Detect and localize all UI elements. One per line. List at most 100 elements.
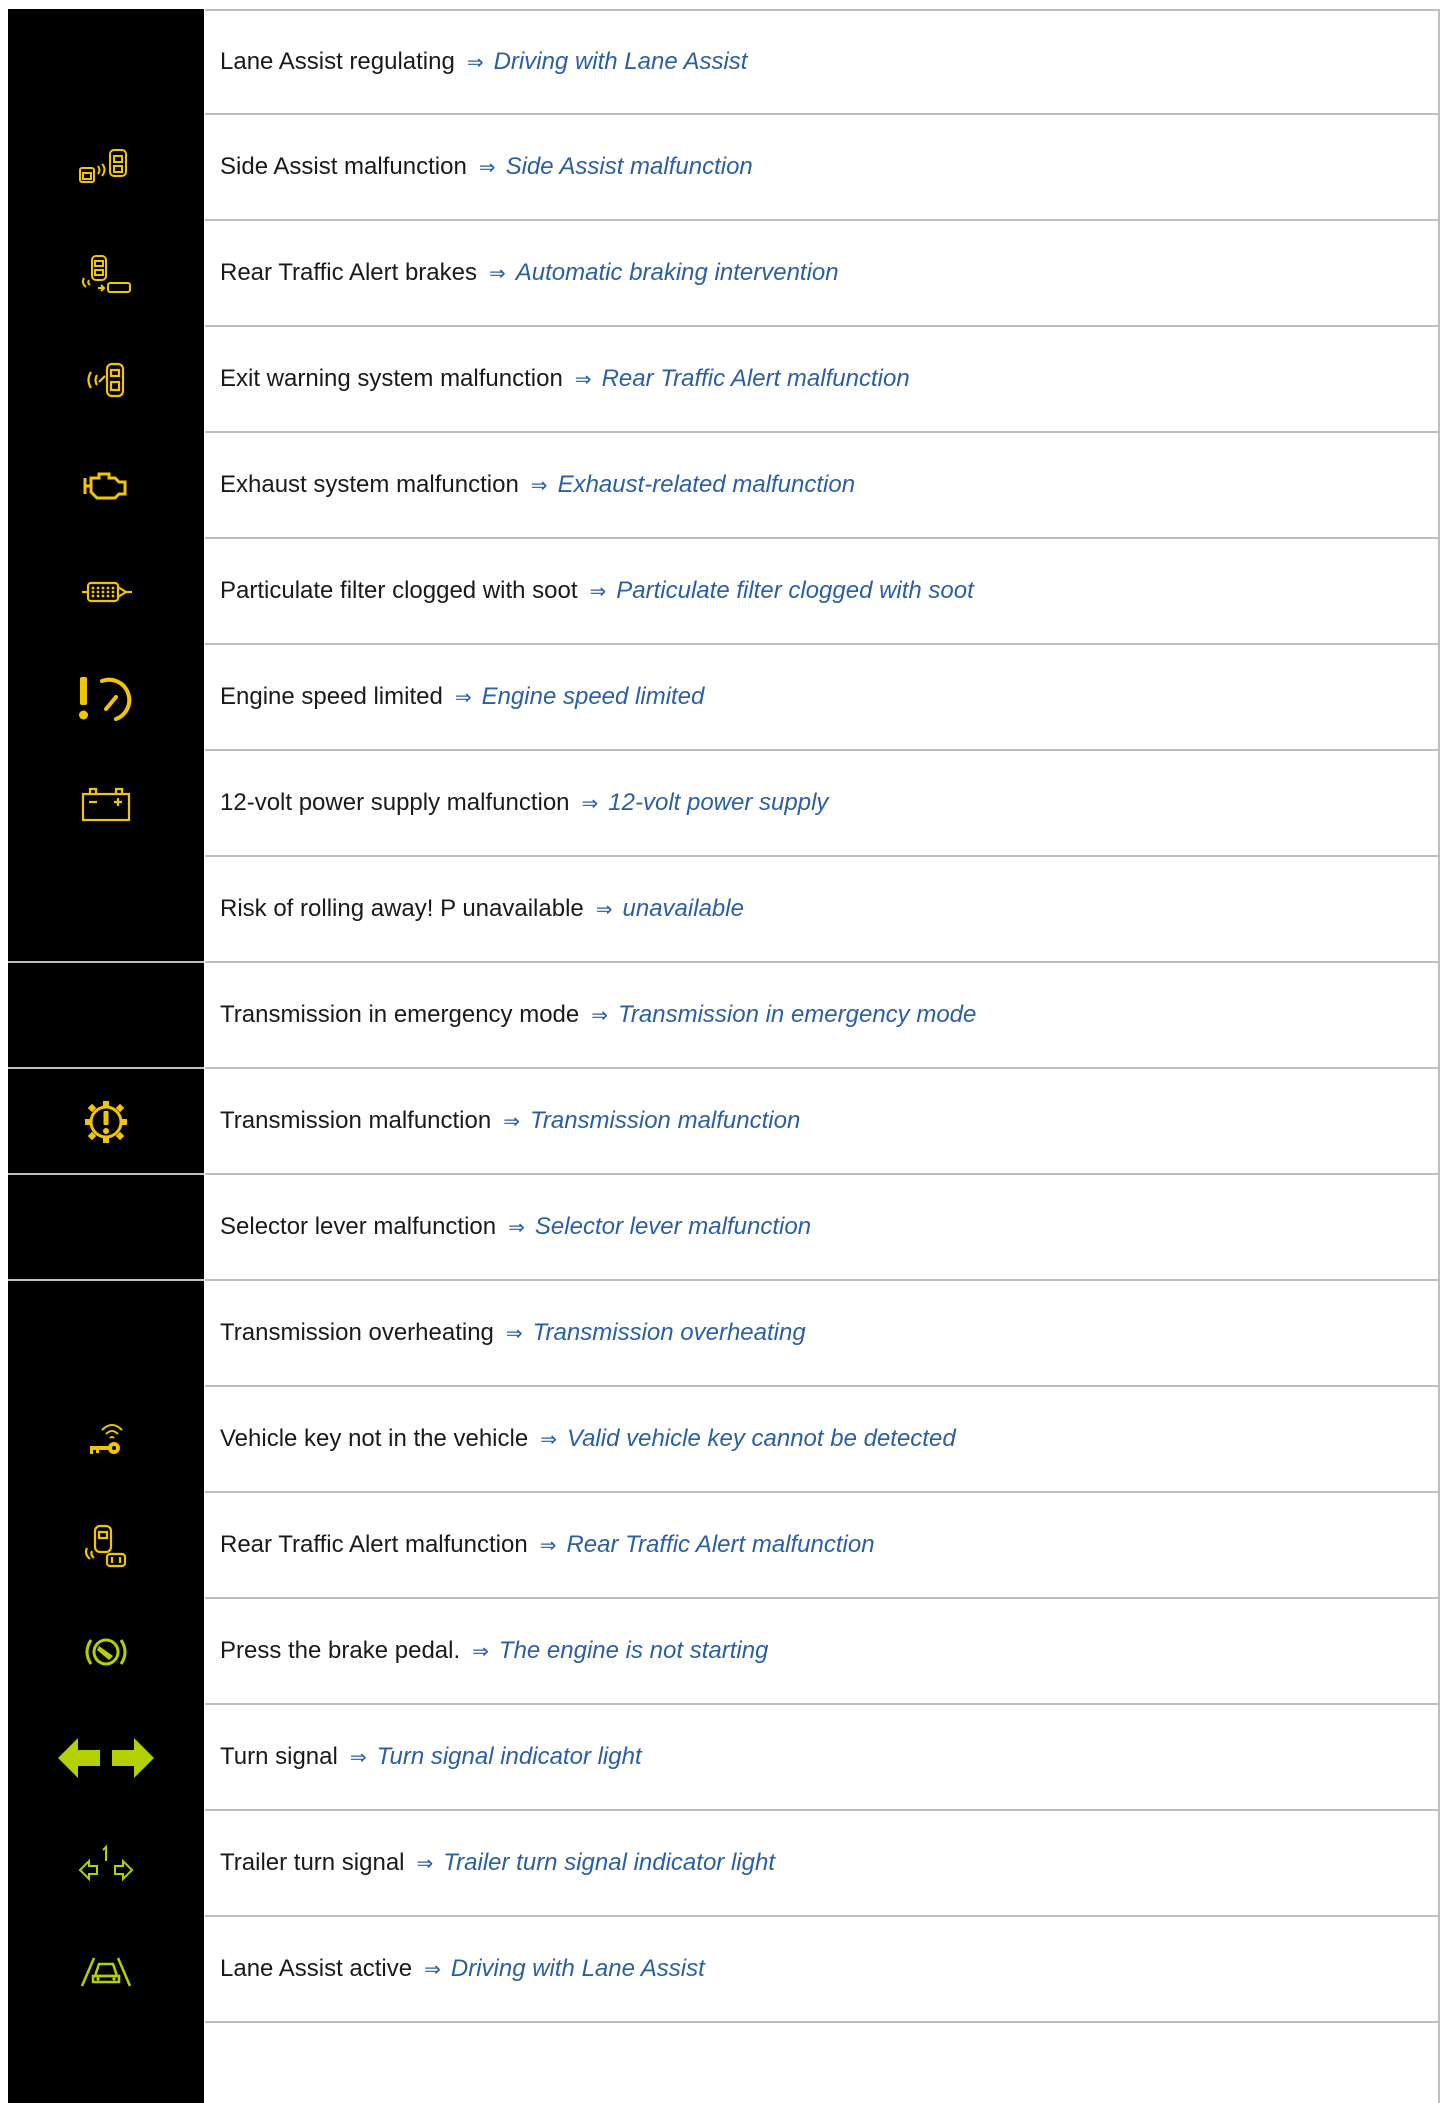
arrow-icon: ⇒ [489,262,506,285]
arrow-icon: ⇒ [416,1852,434,1875]
arrow-icon: ⇒ [424,1958,441,1981]
battery-icon [81,787,131,822]
text-cell [205,2023,1440,2103]
row-link[interactable]: 12-volt power supply [608,789,828,817]
text-cell: Rear Traffic Alert brakes ⇒ Automatic br… [205,221,1440,327]
table-row: Lane Assist regulating ⇒ Driving with La… [8,9,1440,115]
text-cell: Lane Assist regulating ⇒ Driving with La… [205,9,1440,115]
row-text: Turn signal [220,1743,338,1770]
icon-cell [8,1387,204,1493]
text-cell: Exhaust system malfunction ⇒ Exhaust-rel… [205,433,1440,539]
transmission-icon [85,1101,127,1143]
row-link[interactable]: Trailer turn signal indicator light [443,1849,775,1877]
row-text: Trailer turn signal [220,1849,405,1876]
table-row [8,2023,1440,2103]
table-row: 12-volt power supply malfunction ⇒ 12-vo… [8,751,1440,857]
row-text: Selector lever malfunction [220,1213,497,1240]
arrow-icon: ⇒ [540,1428,557,1451]
text-cell: Rear Traffic Alert malfunction ⇒ Rear Tr… [205,1493,1440,1599]
table-row: Particulate filter clogged with soot ⇒ P… [8,539,1440,645]
row-text: Exhaust system malfunction [220,471,519,498]
row-link[interactable]: Transmission in emergency mode [618,1001,976,1029]
row-link[interactable]: Rear Traffic Alert malfunction [566,1531,874,1559]
row-link[interactable]: Particulate filter clogged with soot [616,577,974,605]
table-row: Rear Traffic Alert malfunction ⇒ Rear Tr… [8,1493,1440,1599]
brake-pedal-icon [85,1638,127,1666]
row-link[interactable]: Side Assist malfunction [506,153,753,181]
rear-traffic-alert-brake-icon [81,255,131,293]
text-cell: Side Assist malfunction ⇒ Side Assist ma… [205,115,1440,221]
text-cell: Trailer turn signal ⇒ Trailer turn signa… [205,1811,1440,1917]
exit-warning-icon [87,362,125,398]
arrow-icon: ⇒ [591,1004,609,1027]
row-link[interactable]: unavailable [623,895,744,923]
text-cell: Risk of rolling away! P unavailable ⇒ un… [205,857,1440,963]
text-cell: Press the brake pedal. ⇒ The engine is n… [205,1599,1440,1705]
row-text: Press the brake pedal. [220,1637,461,1664]
table-row: Vehicle key not in the vehicle ⇒ Valid v… [8,1387,1440,1493]
text-cell: Engine speed limited ⇒ Engine speed limi… [205,645,1440,751]
row-link[interactable]: Engine speed limited [482,683,705,711]
row-link[interactable]: Driving with Lane Assist [494,48,748,76]
text-cell: 12-volt power supply malfunction ⇒ 12-vo… [205,751,1440,857]
cell-divider [8,1067,204,1069]
row-text: Lane Assist active [220,1955,413,1982]
icon-cell [8,751,204,857]
icon-cell [8,2023,204,2103]
row-text: Side Assist malfunction [220,153,467,180]
arrow-icon: ⇒ [503,1110,520,1133]
trailer-turn-signal-icon [78,1844,134,1882]
text-cell: Selector lever malfunction ⇒ Selector le… [205,1175,1440,1281]
row-text: Rear Traffic Alert malfunction [220,1531,528,1558]
row-link[interactable]: Turn signal indicator light [377,1743,642,1771]
row-text: Transmission malfunction [220,1107,492,1134]
vehicle-key-icon [90,1424,123,1454]
row-link[interactable]: Exhaust-related malfunction [558,471,856,499]
icon-cell [8,857,204,1387]
particulate-filter-icon [82,581,132,603]
arrow-icon: ⇒ [581,792,599,815]
row-link[interactable]: Selector lever malfunction [535,1213,811,1241]
text-cell: Transmission malfunction ⇒ Transmission … [205,1069,1440,1175]
arrow-icon: ⇒ [539,1534,557,1557]
text-cell: Transmission in emergency mode ⇒ Transmi… [205,963,1440,1069]
row-link[interactable]: The engine is not starting [499,1637,769,1665]
arrow-icon: ⇒ [472,1640,489,1663]
row-link[interactable]: Valid vehicle key cannot be detected [567,1425,956,1453]
row-link[interactable]: Automatic braking intervention [516,259,839,287]
engine-icon [83,472,127,500]
arrow-icon: ⇒ [530,474,548,497]
row-text: Rear Traffic Alert brakes [220,259,477,286]
text-cell: Turn signal ⇒ Turn signal indicator ligh… [205,1705,1440,1811]
row-link[interactable]: Transmission malfunction [530,1107,800,1135]
text-cell: Lane Assist active ⇒ Driving with Lane A… [205,1917,1440,2023]
table-row: Engine speed limited ⇒ Engine speed limi… [8,645,1440,751]
arrow-icon: ⇒ [454,686,472,709]
table-row: Exhaust system malfunction ⇒ Exhaust-rel… [8,433,1440,539]
icon-cell [8,1599,204,1705]
lane-assist-icon [80,1957,132,1987]
table-row: Press the brake pedal. ⇒ The engine is n… [8,1599,1440,1705]
table-row: Exit warning system malfunction ⇒ Rear T… [8,327,1440,433]
row-text: Transmission overheating [220,1319,494,1346]
row-link[interactable]: Driving with Lane Assist [451,1955,705,1983]
text-cell: Exit warning system malfunction ⇒ Rear T… [205,327,1440,433]
icon-cell [8,221,204,327]
arrow-icon: ⇒ [508,1216,525,1239]
row-link[interactable]: Rear Traffic Alert malfunction [602,365,910,393]
row-text: 12-volt power supply malfunction [220,789,570,816]
row-link[interactable]: Transmission overheating [533,1319,806,1347]
table-row: Rear Traffic Alert brakes ⇒ Automatic br… [8,221,1440,327]
icon-cell [8,327,204,433]
icon-cell [8,9,204,115]
arrow-icon: ⇒ [466,51,484,74]
row-text: Exit warning system malfunction [220,365,563,392]
row-text: Risk of rolling away! P unavailable [220,895,584,922]
icon-cell [8,645,204,751]
engine-speed-limited-icon [79,677,132,721]
table-row: Trailer turn signal ⇒ Trailer turn signa… [8,1811,1440,1917]
arrow-icon: ⇒ [478,156,496,179]
transmission-group: Risk of rolling away! P unavailable ⇒ un… [8,857,1440,1387]
arrow-icon: ⇒ [349,1746,367,1769]
icon-cell [8,539,204,645]
